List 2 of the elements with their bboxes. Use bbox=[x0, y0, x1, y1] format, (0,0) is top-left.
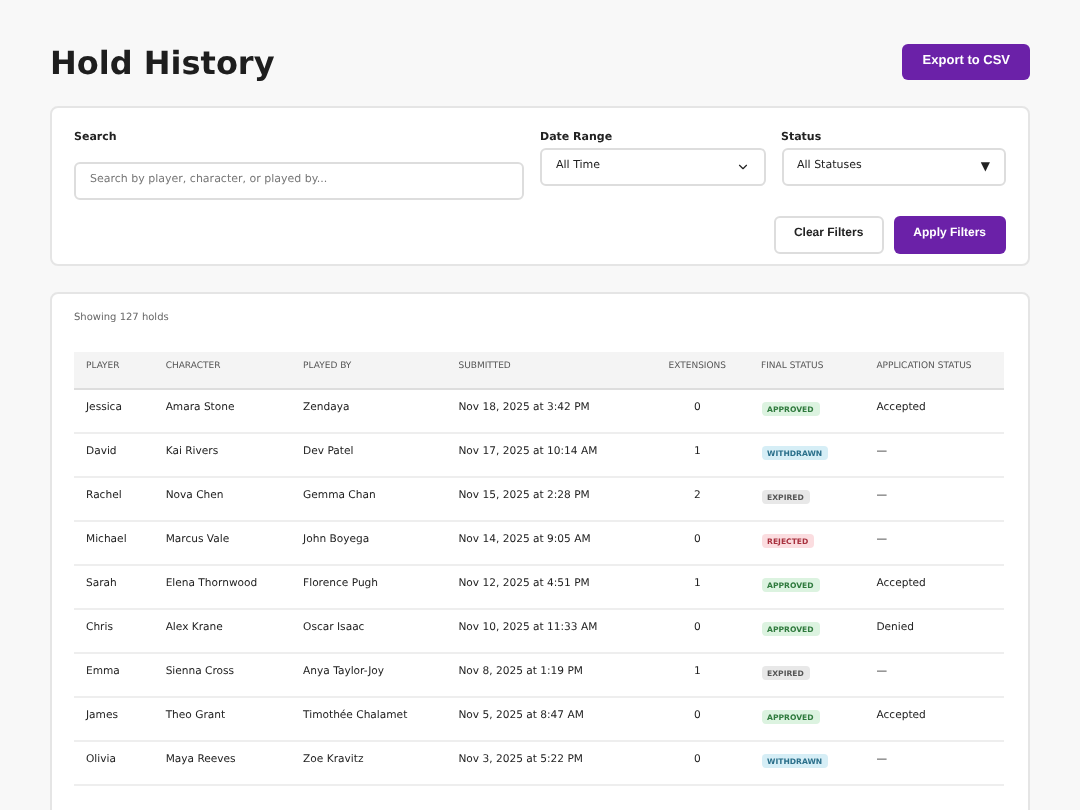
page-title: Hold History bbox=[50, 42, 275, 86]
chevron-down-icon bbox=[735, 160, 749, 174]
